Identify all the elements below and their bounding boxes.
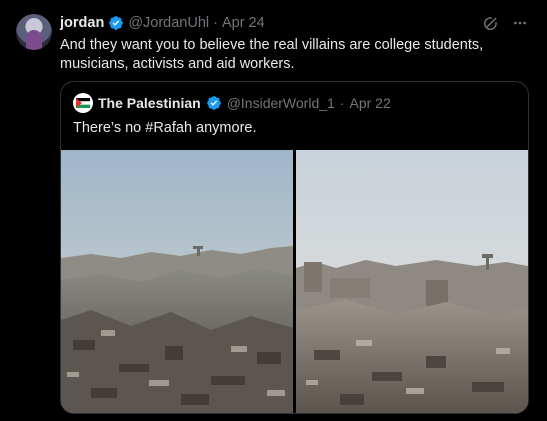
author-name[interactable]: jordan xyxy=(60,15,104,31)
grok-icon[interactable] xyxy=(481,14,499,32)
rubble-photo-right[interactable] xyxy=(296,150,528,413)
quote-author-handle[interactable]: @InsiderWorld_1 xyxy=(227,95,335,111)
quote-author-avatar[interactable] xyxy=(73,93,93,113)
quote-date[interactable]: Apr 22 xyxy=(350,95,391,111)
quote-media xyxy=(61,150,528,413)
palestine-flag-icon xyxy=(76,98,90,108)
rubble-photo-left[interactable] xyxy=(61,150,293,413)
quote-header: The Palestinian @InsiderWorld_1 · Apr 22 xyxy=(73,93,391,113)
separator-dot: · xyxy=(213,15,218,31)
tweet[interactable]: jordan @JordanUhl · Apr 24 And they want… xyxy=(0,0,547,421)
verified-icon xyxy=(206,96,221,110)
more-icon[interactable] xyxy=(511,14,529,32)
verified-icon xyxy=(109,16,124,30)
author-avatar[interactable] xyxy=(16,14,52,50)
quote-text: There’s no #Rafah anymore. xyxy=(73,120,257,136)
tweet-header: jordan @JordanUhl · Apr 24 xyxy=(60,14,265,32)
author-handle[interactable]: @JordanUhl xyxy=(128,15,209,31)
separator-dot: · xyxy=(339,95,345,111)
tweet-date[interactable]: Apr 24 xyxy=(222,15,265,31)
quote-author-name[interactable]: The Palestinian xyxy=(98,95,201,111)
quoted-tweet[interactable]: The Palestinian @InsiderWorld_1 · Apr 22… xyxy=(60,81,529,414)
tweet-actions xyxy=(481,14,529,32)
tweet-text: And they want you to believe the real vi… xyxy=(60,37,484,72)
